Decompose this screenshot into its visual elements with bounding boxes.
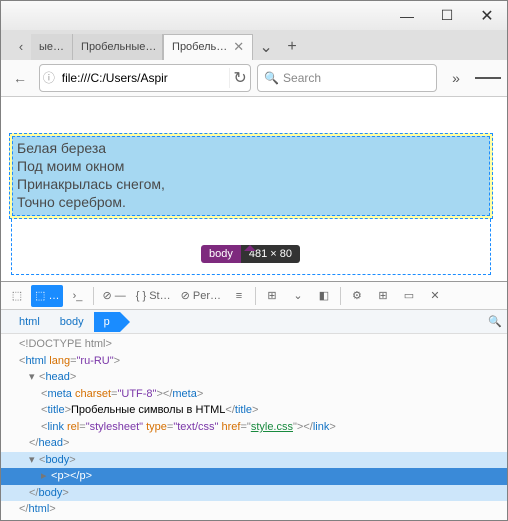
dom-link[interactable]: <link rel="stylesheet" type="text/css" h… — [1, 419, 507, 436]
dom-p-selected[interactable]: ▸<p></p> — [1, 468, 507, 485]
hamburger-menu-icon[interactable] — [475, 65, 501, 91]
dom-html-open[interactable]: <html lang="ru-RU"> — [1, 353, 507, 370]
toolbar-overflow-button[interactable]: » — [443, 65, 469, 91]
tablist-dropdown[interactable]: ⌄ — [253, 34, 279, 60]
dom-html-close[interactable]: </html> — [1, 501, 507, 518]
devtools-close-button[interactable]: ✕ — [423, 285, 447, 307]
tab-label: Пробель… — [172, 41, 227, 53]
devtools-toolbar: ⬚ ⬚ … ›_ ⊘ — { } St… ⊘ Per… ≡ ⊞ ⌄ ◧ ⚙ ⊞ … — [1, 282, 507, 310]
devtools-dock-icon[interactable]: ▭ — [397, 285, 421, 307]
inspector-highlight-content: Белая береза Под моим окном Принакрылась… — [12, 136, 490, 216]
page-viewport: Белая береза Под моим окном Принакрылась… — [1, 97, 507, 283]
poem-line: Точно серебром. — [17, 193, 485, 211]
browser-tab[interactable]: Пробельные… — [73, 34, 163, 60]
window-minimize-button[interactable]: — — [387, 4, 427, 28]
toolbar-button[interactable]: ⌄ — [286, 285, 310, 307]
crumb-html[interactable]: html — [9, 312, 50, 332]
site-info-icon[interactable]: ⓘ — [40, 69, 58, 86]
tab-label: ые… — [39, 41, 64, 53]
dom-doctype[interactable]: <!DOCTYPE html> — [1, 336, 507, 353]
tab-label: Пробельные… — [81, 41, 156, 53]
console-tab[interactable]: ›_ — [65, 285, 89, 307]
style-editor-tab[interactable]: { } St… — [132, 285, 175, 307]
browser-tab-active[interactable]: Пробель… ✕ — [163, 34, 253, 60]
badge-tagname: body — [201, 245, 241, 263]
crumb-p[interactable]: p — [94, 312, 120, 332]
toolbar-button[interactable]: ◧ — [312, 285, 336, 307]
dom-search-icon[interactable]: 🔍 — [483, 311, 507, 333]
dom-title[interactable]: <title>Пробельные символы в HTML</title> — [1, 402, 507, 419]
window-close-button[interactable]: ✕ — [467, 4, 507, 28]
dom-breadcrumb: html body p 🔍 — [1, 310, 507, 334]
reload-button[interactable]: ↻ — [229, 68, 250, 88]
dom-meta[interactable]: <meta charset="UTF-8"></meta> — [1, 386, 507, 403]
dom-tree[interactable]: <!DOCTYPE html> <html lang="ru-RU"> ▾<he… — [1, 334, 507, 520]
new-tab-button[interactable]: + — [279, 34, 305, 60]
toolbar-button[interactable]: ⊞ — [260, 285, 284, 307]
toolbar-more-icon[interactable]: ≡ — [227, 285, 251, 307]
search-bar[interactable]: 🔍 Search — [257, 64, 437, 92]
search-placeholder: Search — [283, 71, 321, 85]
url-input[interactable] — [58, 71, 229, 85]
dom-body-open[interactable]: ▾<body> — [1, 452, 507, 469]
poem-line: Белая береза — [17, 139, 485, 157]
dom-head-close[interactable]: </head> — [1, 435, 507, 452]
search-icon: 🔍 — [264, 71, 279, 85]
dom-body-close[interactable]: </body> — [1, 485, 507, 502]
inspector-highlight-margin: Белая береза Под моим окном Принакрылась… — [9, 133, 493, 219]
pick-element-button[interactable]: ⬚ — [5, 285, 29, 307]
inspector-node-badge: body 481 × 80 — [201, 245, 300, 263]
badge-dimensions: 481 × 80 — [241, 245, 300, 263]
devtools-panels-icon[interactable]: ⊞ — [371, 285, 395, 307]
performance-tab[interactable]: ⊘ Per… — [177, 285, 225, 307]
devtools-panel: ⬚ ⬚ … ›_ ⊘ — { } St… ⊘ Per… ≡ ⊞ ⌄ ◧ ⚙ ⊞ … — [1, 282, 507, 520]
dom-head-open[interactable]: ▾<head> — [1, 369, 507, 386]
url-bar[interactable]: ⓘ ↻ — [39, 64, 251, 92]
browser-tab[interactable]: ые… — [31, 34, 73, 60]
poem-line: Принакрылась снегом, — [17, 175, 485, 193]
debugger-tab[interactable]: ⊘ — — [98, 285, 129, 307]
inspector-tab[interactable]: ⬚ … — [31, 285, 63, 307]
tab-close-icon[interactable]: ✕ — [233, 39, 244, 55]
crumb-body[interactable]: body — [50, 312, 94, 332]
nav-back-button[interactable]: ← — [7, 65, 33, 91]
devtools-settings-icon[interactable]: ⚙ — [345, 285, 369, 307]
poem-line: Под моим окном — [17, 157, 485, 175]
window-maximize-button[interactable]: ☐ — [427, 4, 467, 28]
tab-history-back[interactable]: ‹ — [11, 34, 31, 60]
